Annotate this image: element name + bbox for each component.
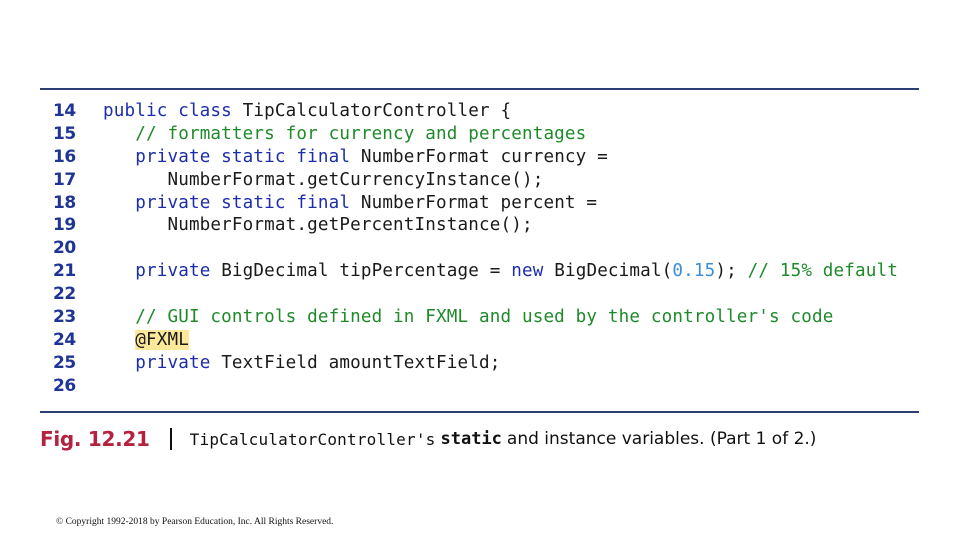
keyword-token: private bbox=[135, 261, 222, 282]
code-line: 22 bbox=[40, 283, 930, 306]
bottom-rule bbox=[40, 411, 919, 413]
code-line: 25 private TextField amountTextField; bbox=[40, 352, 930, 375]
code-text: private BigDecimal tipPercentage = new B… bbox=[103, 260, 898, 283]
code-line: 26 bbox=[40, 375, 930, 398]
line-number: 14 bbox=[53, 101, 76, 121]
code-listing: 14 public class TipCalculatorController {… bbox=[40, 100, 930, 398]
caption-class-name: TipCalculatorController's bbox=[189, 429, 436, 449]
keyword-token: new bbox=[511, 261, 555, 282]
code-line: 15 // formatters for currency and percen… bbox=[40, 123, 930, 146]
code-text: public class TipCalculatorController { bbox=[103, 100, 511, 123]
code-token: NumberFormat currency = bbox=[360, 146, 608, 167]
figure-label: Fig. 12.21 bbox=[40, 427, 150, 451]
code-line: 19 NumberFormat.getPercentInstance(); bbox=[40, 214, 930, 237]
caption-text: and instance variables. (Part 1 of 2.) bbox=[506, 429, 817, 449]
line-number: 20 bbox=[53, 238, 76, 259]
keyword-token: private static final bbox=[135, 192, 361, 213]
code-line: 24 @FXML bbox=[40, 329, 930, 352]
copyright-notice: © Copyright 1992-2018 by Pearson Educati… bbox=[56, 517, 334, 527]
code-text: NumberFormat.getCurrencyInstance(); bbox=[103, 169, 543, 192]
line-number: 26 bbox=[53, 375, 76, 396]
figure-caption: Fig. 12.21 TipCalculatorController's sta… bbox=[40, 424, 816, 454]
annotation-token: @FXML bbox=[135, 329, 189, 350]
code-line: 23 // GUI controls defined in FXML and u… bbox=[40, 306, 930, 329]
comment-token: // formatters for currency and percentag… bbox=[135, 123, 587, 144]
code-line: 16 private static final NumberFormat cur… bbox=[40, 146, 930, 169]
code-token: NumberFormat percent = bbox=[360, 192, 598, 213]
line-number: 19 bbox=[53, 215, 76, 236]
number-token: 0.15 bbox=[672, 261, 716, 282]
line-number: 22 bbox=[53, 284, 76, 305]
code-line: 21 private BigDecimal tipPercentage = ne… bbox=[40, 260, 930, 283]
code-text: NumberFormat.getPercentInstance(); bbox=[103, 214, 533, 237]
caption-separator bbox=[169, 428, 172, 450]
caption-keyword: static bbox=[440, 429, 502, 449]
code-token: BigDecimal( bbox=[554, 261, 673, 282]
line-number: 16 bbox=[53, 146, 76, 167]
comment-token: // GUI controls defined in FXML and used… bbox=[135, 307, 834, 328]
line-number: 21 bbox=[53, 261, 76, 282]
line-number: 15 bbox=[53, 123, 76, 144]
code-token: TipCalculatorController { bbox=[242, 101, 512, 121]
code-text: @FXML bbox=[103, 329, 189, 352]
code-token: BigDecimal tipPercentage = bbox=[221, 261, 512, 282]
keyword-token: public class bbox=[103, 101, 243, 121]
code-line: 18 private static final NumberFormat per… bbox=[40, 192, 930, 215]
line-number: 25 bbox=[53, 352, 76, 373]
comment-token: // 15% default bbox=[747, 261, 899, 282]
line-number: 17 bbox=[53, 169, 76, 190]
code-text: private static final NumberFormat percen… bbox=[103, 192, 597, 215]
code-line: 20 bbox=[40, 237, 930, 260]
line-number: 18 bbox=[53, 192, 76, 213]
code-line: 17 NumberFormat.getCurrencyInstance(); bbox=[40, 169, 930, 192]
line-number: 23 bbox=[53, 307, 76, 328]
code-token: ); bbox=[715, 261, 748, 282]
top-rule bbox=[40, 88, 919, 90]
code-line: 14 public class TipCalculatorController { bbox=[40, 100, 930, 123]
keyword-token: private bbox=[135, 352, 222, 373]
line-number: 24 bbox=[53, 329, 76, 350]
code-text: // formatters for currency and percentag… bbox=[103, 123, 586, 146]
code-text: private static final NumberFormat curren… bbox=[103, 146, 608, 169]
code-text: // GUI controls defined in FXML and used… bbox=[103, 306, 834, 329]
code-token: TextField amountTextField; bbox=[221, 352, 501, 373]
code-token: NumberFormat.getPercentInstance(); bbox=[103, 215, 533, 236]
keyword-token: private static final bbox=[135, 146, 361, 167]
code-text: private TextField amountTextField; bbox=[103, 352, 501, 375]
code-token: NumberFormat.getCurrencyInstance(); bbox=[103, 169, 544, 190]
